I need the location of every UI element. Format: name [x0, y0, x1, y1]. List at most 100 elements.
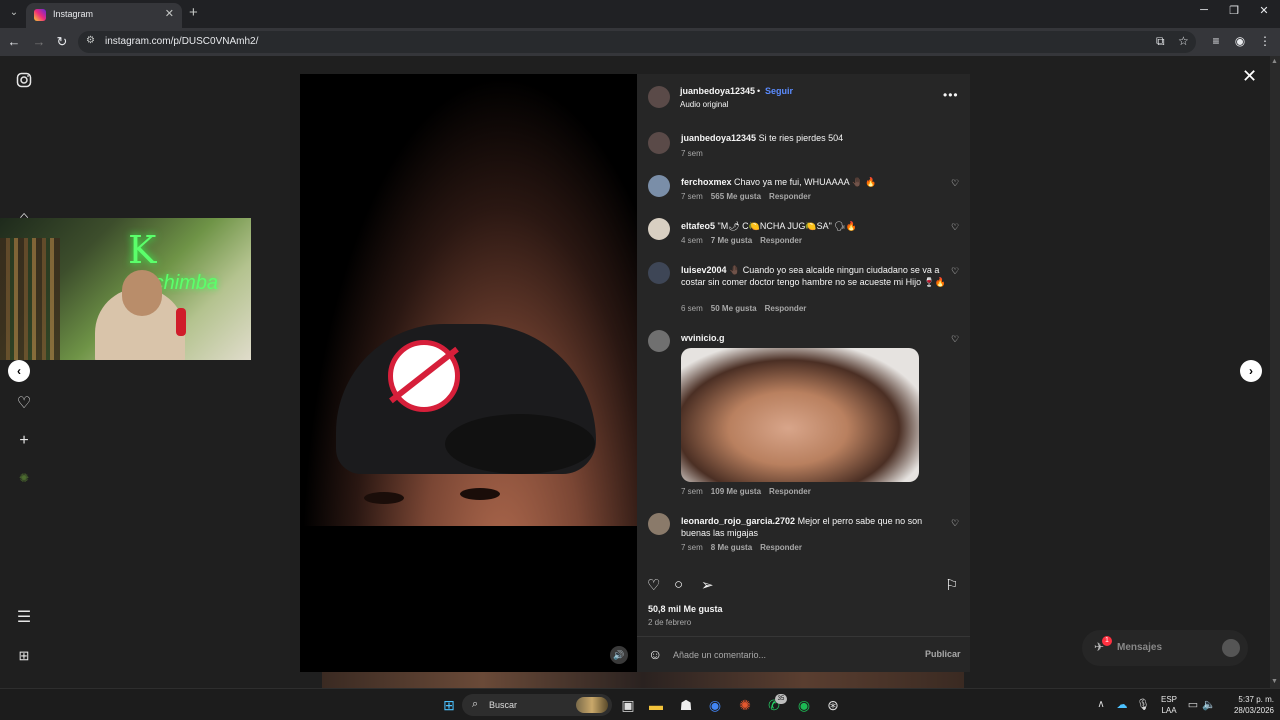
more-icon[interactable]: •••	[943, 88, 959, 102]
forward-icon[interactable]: →	[31, 34, 47, 50]
tab-search-icon[interactable]: ⌄	[6, 5, 22, 21]
caption-username[interactable]: juanbedoya12345	[681, 133, 756, 143]
comment-likes[interactable]: 109 Me gusta	[711, 487, 761, 496]
instagram-icon[interactable]	[14, 72, 34, 92]
messages-button[interactable]: ✈ 1 Mensajes	[1082, 630, 1248, 666]
comment-username[interactable]: eltafeo5	[681, 221, 715, 231]
spotify-icon[interactable]: ◉	[795, 696, 813, 714]
clock[interactable]: 5:37 p. m. 28/03/2026	[1218, 694, 1274, 716]
comment-avatar[interactable]	[648, 218, 670, 240]
comment-username[interactable]: luisev2004	[681, 265, 727, 275]
emoji-icon[interactable]: ☺	[648, 646, 662, 662]
onedrive-icon[interactable]: ☁	[1113, 696, 1131, 714]
threads-icon[interactable]: ✺	[14, 468, 34, 488]
chrome-menu-icon[interactable]: ⋮	[1257, 34, 1273, 48]
comment-username[interactable]: wvinicio.g	[681, 333, 725, 343]
close-icon[interactable]: ✕	[1242, 66, 1257, 87]
comment-likes[interactable]: 565 Me gusta	[711, 192, 761, 201]
like-heart-icon[interactable]: ♡	[647, 576, 660, 594]
address-bar: ← → ↻ ⚙ instagram.com/p/DUSC0VNAmh2/ ⧉ ☆…	[0, 28, 1280, 56]
reply-button[interactable]: Responder	[765, 304, 807, 313]
tray-chevron-icon[interactable]: ∧	[1092, 696, 1110, 714]
comment-heart-icon[interactable]: ♡	[951, 222, 959, 233]
window-close-icon[interactable]: ✕	[1254, 4, 1274, 17]
omnibox[interactable]: ⚙ instagram.com/p/DUSC0VNAmh2/ ⧉ ☆	[78, 31, 1196, 53]
tab-close-icon[interactable]: ✕	[165, 7, 174, 20]
comment-avatar[interactable]	[648, 262, 670, 284]
task-view-icon[interactable]: ▣	[619, 696, 637, 714]
comment-heart-icon[interactable]: ♡	[951, 518, 959, 529]
language-label[interactable]: ESP	[1158, 695, 1180, 704]
reply-button[interactable]: Responder	[769, 487, 811, 496]
reply-button[interactable]: Responder	[760, 543, 802, 552]
comment-likes[interactable]: 50 Me gusta	[711, 304, 757, 313]
steam-icon[interactable]: ⊛	[824, 696, 842, 714]
apps-icon[interactable]: ⊞	[14, 646, 34, 666]
caption-avatar[interactable]	[648, 132, 670, 154]
heart-nav-icon[interactable]: ♡	[14, 394, 34, 414]
bookshelf	[0, 238, 60, 360]
taskbar-search[interactable]: ⌕ Buscar	[462, 694, 612, 716]
header-separator: •	[757, 86, 761, 96]
comment-username[interactable]: ferchoxmex	[681, 177, 732, 187]
instagram-page: ⌂ ♡ + ✺ ☰ ⊞ K wachimba ‹ › ✕ 🔊 juanbedoy…	[0, 56, 1280, 688]
comment: eltafeo5 "M🌶 C🍋NCHA JUG🍋SA" 🗣🔥	[681, 220, 947, 232]
microphone-icon[interactable]: 🎙	[1134, 696, 1152, 714]
follow-button[interactable]: Seguir	[765, 86, 793, 96]
site-info-icon[interactable]: ⚙	[86, 35, 95, 46]
alienware-icon[interactable]: ☗	[677, 696, 695, 714]
comment-gif[interactable]	[681, 348, 919, 482]
url-text[interactable]: instagram.com/p/DUSC0VNAmh2/	[105, 36, 258, 47]
caption-meta: 7 sem	[681, 149, 711, 158]
comment-username[interactable]: leonardo_rojo_garcia.2702	[681, 516, 795, 526]
profile-icon[interactable]: ◉	[1232, 34, 1248, 48]
comment-avatar[interactable]	[648, 330, 670, 352]
share-icon[interactable]: ➢	[701, 576, 714, 594]
speaker-icon[interactable]: 🔊	[610, 646, 628, 664]
comment-avatar[interactable]	[648, 175, 670, 197]
likes-count[interactable]: 50,8 mil Me gusta	[648, 604, 723, 614]
reel-video[interactable]: 🔊	[300, 74, 637, 672]
keyboard-layout-label[interactable]: LAA	[1158, 706, 1180, 715]
back-icon[interactable]: ←	[6, 34, 22, 50]
reply-button[interactable]: Responder	[769, 192, 811, 201]
microphone	[176, 308, 186, 336]
comment-likes[interactable]: 7 Me gusta	[711, 236, 752, 245]
windows-start-icon[interactable]: ⊞	[440, 696, 458, 714]
comment-heart-icon[interactable]: ♡	[951, 334, 959, 345]
comment-likes[interactable]: 8 Me gusta	[711, 543, 752, 552]
reply-button[interactable]: Responder	[760, 236, 802, 245]
chevron-left-icon[interactable]: ‹	[8, 360, 30, 382]
comment-icon[interactable]: ○	[674, 576, 683, 593]
comment-avatar[interactable]	[648, 513, 670, 535]
new-tab-icon[interactable]: +	[189, 5, 198, 21]
media-control-icon[interactable]: ≡	[1208, 34, 1224, 48]
audio-link[interactable]: Audio original	[680, 100, 728, 109]
reload-icon[interactable]: ↻	[54, 34, 70, 50]
app-icon[interactable]: ✺	[736, 696, 754, 714]
comment-meta: 6 sem 50 Me gusta Responder	[681, 304, 814, 313]
scroll-down-icon[interactable]: ▼	[1271, 678, 1278, 685]
bookmark-star-icon[interactable]: ☆	[1178, 34, 1189, 48]
chevron-right-icon[interactable]: ›	[1240, 360, 1262, 382]
restore-icon[interactable]: ❐	[1224, 4, 1244, 17]
comment-heart-icon[interactable]: ♡	[951, 266, 959, 277]
install-app-icon[interactable]: ⧉	[1156, 34, 1165, 49]
author-avatar[interactable]	[648, 86, 670, 108]
comment-input[interactable]	[673, 647, 913, 663]
comment: luisev2004 🤚🏿 Cuando yo sea alcalde ning…	[681, 264, 947, 288]
menu-icon[interactable]: ☰	[14, 608, 34, 628]
author-username[interactable]: juanbedoya12345	[680, 86, 755, 96]
plus-icon[interactable]: +	[14, 431, 34, 451]
comment-heart-icon[interactable]: ♡	[951, 178, 959, 189]
scroll-up-icon[interactable]: ▲	[1271, 58, 1278, 65]
chrome-icon[interactable]: ◉	[706, 696, 724, 714]
bookmark-icon[interactable]: ⚐	[945, 576, 958, 594]
tab-instagram[interactable]: Instagram ✕	[26, 3, 182, 28]
scrollbar[interactable]	[1270, 56, 1280, 688]
volume-icon[interactable]: 🔈	[1200, 696, 1218, 714]
file-explorer-icon[interactable]: ▬	[647, 696, 665, 714]
publish-button[interactable]: Publicar	[925, 649, 961, 659]
minimize-icon[interactable]: ─	[1194, 4, 1214, 16]
comment: leonardo_rojo_garcia.2702 Mejor el perro…	[681, 515, 947, 539]
